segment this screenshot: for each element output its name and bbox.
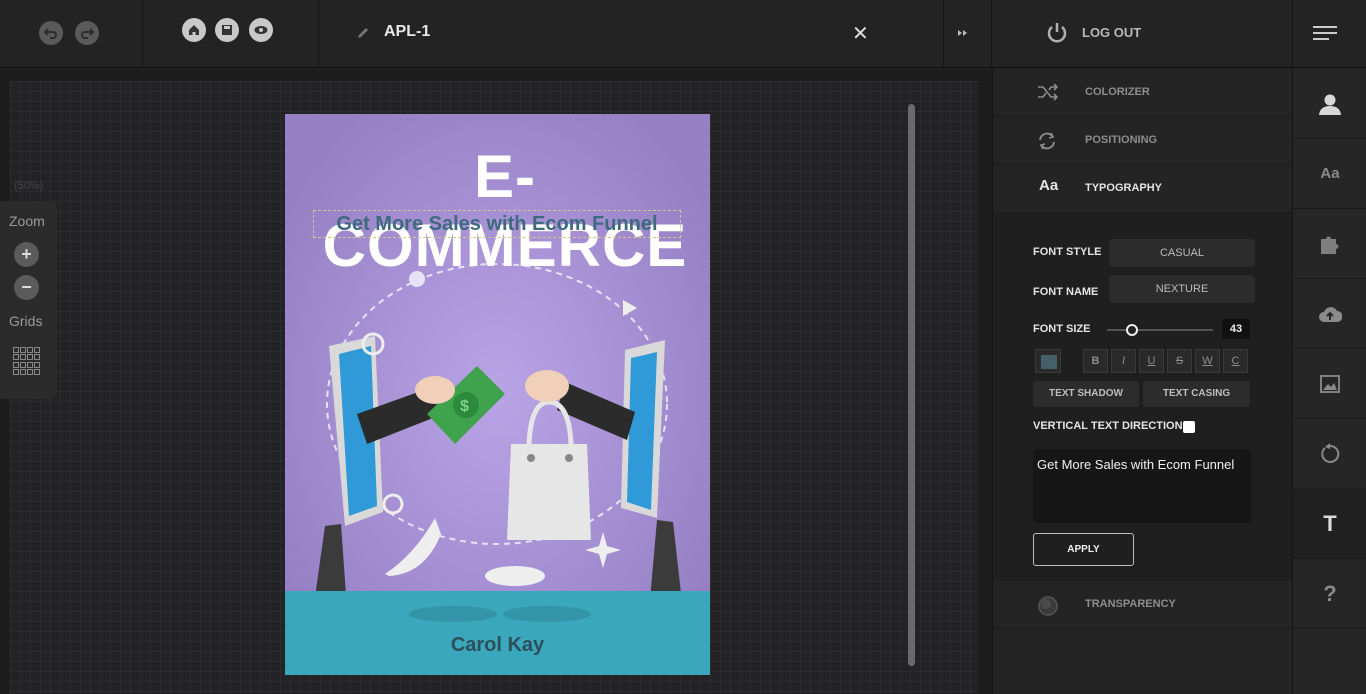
- menu-transparency[interactable]: TRANSPARENCY: [993, 581, 1293, 629]
- typography-icon: Aa: [1039, 177, 1059, 194]
- cloud-upload-icon: [1319, 306, 1342, 322]
- text-icon: T: [1323, 510, 1337, 536]
- sidebar-item-help[interactable]: ?: [1293, 559, 1366, 629]
- menu-colorizer-label: COLORIZER: [1085, 86, 1150, 98]
- tool-sidebar: Aa T ?: [1292, 69, 1366, 694]
- menu-typography-label: TYPOGRAPHY: [1085, 182, 1163, 194]
- caps-button[interactable]: C: [1223, 349, 1248, 373]
- menu-positioning[interactable]: POSITIONING: [993, 117, 1293, 165]
- user-icon: [1319, 94, 1341, 115]
- font-style-select[interactable]: CASUAL: [1109, 239, 1255, 267]
- logout-button[interactable]: LOG OUT: [1082, 25, 1141, 40]
- underline-button[interactable]: U: [1139, 349, 1164, 373]
- text-content-input[interactable]: Get More Sales with Ecom Funnel: [1033, 449, 1251, 523]
- redo-button[interactable]: [75, 21, 99, 45]
- bold-button[interactable]: B: [1083, 349, 1108, 373]
- document-title[interactable]: APL-1: [384, 23, 430, 41]
- sidebar-item-upload[interactable]: [1293, 279, 1366, 349]
- power-icon[interactable]: [1045, 21, 1069, 45]
- save-button[interactable]: [215, 18, 239, 42]
- close-icon[interactable]: ✕: [852, 24, 869, 44]
- menu-positioning-label: POSITIONING: [1085, 134, 1158, 146]
- sidebar-item-elements[interactable]: [1293, 209, 1366, 279]
- rotate-icon: [1321, 442, 1340, 463]
- font-icon: Aa: [1320, 165, 1340, 182]
- image-icon: [1320, 374, 1340, 393]
- vertical-text-label: VERTICAL TEXT DIRECTION: [1033, 420, 1183, 432]
- zoom-in-button[interactable]: +: [14, 242, 39, 267]
- font-name-label: FONT NAME: [1033, 286, 1099, 298]
- eye-icon: [254, 26, 268, 34]
- refresh-icon: [1039, 132, 1055, 150]
- font-size-slider[interactable]: [1107, 324, 1213, 336]
- save-icon: [222, 25, 232, 35]
- top-bar: APL-1 ✕ LOG OUT: [0, 0, 1366, 68]
- history-section: [0, 0, 143, 68]
- strikethrough-button[interactable]: S: [1167, 349, 1192, 373]
- redo-icon: [81, 28, 94, 39]
- sidebar-item-profile[interactable]: [1293, 69, 1366, 139]
- italic-button[interactable]: I: [1111, 349, 1136, 373]
- word-button[interactable]: W: [1195, 349, 1220, 373]
- svg-text:$: $: [460, 398, 469, 415]
- font-size-value[interactable]: 43: [1222, 319, 1250, 339]
- font-name-select[interactable]: NEXTURE: [1109, 275, 1255, 303]
- zoom-percent: (50%): [14, 180, 44, 192]
- sidebar-item-images[interactable]: [1293, 349, 1366, 419]
- grids-label: Grids: [9, 313, 43, 329]
- typography-properties: FONT STYLE CASUAL FONT NAME NEXTURE FONT…: [993, 213, 1293, 581]
- font-size-slider-handle[interactable]: [1125, 324, 1138, 336]
- puzzle-icon: [1321, 236, 1339, 254]
- text-color-swatch: [1041, 355, 1057, 369]
- file-section: [143, 0, 319, 68]
- text-shadow-button[interactable]: TEXT SHADOW: [1033, 381, 1139, 407]
- apply-button[interactable]: APPLY: [1033, 533, 1134, 566]
- fast-forward-icon[interactable]: [957, 28, 969, 38]
- cover-subtitle-selected[interactable]: Get More Sales with Ecom Funnel: [313, 210, 681, 238]
- home-icon: [189, 25, 199, 35]
- grid-toggle-icon[interactable]: [13, 347, 41, 375]
- font-style-label: FONT STYLE: [1033, 246, 1102, 258]
- editor-app: APL-1 ✕ LOG OUT (50%) Zoom + − Grids $ E…: [0, 0, 1366, 694]
- pencil-icon[interactable]: [356, 26, 370, 40]
- text-color-picker[interactable]: [1035, 349, 1061, 373]
- text-casing-button[interactable]: TEXT CASING: [1143, 381, 1250, 407]
- vertical-text-checkbox[interactable]: [1183, 421, 1195, 433]
- transparency-icon: [1038, 596, 1058, 616]
- canvas-scrollbar[interactable]: [908, 104, 915, 666]
- menu-colorizer[interactable]: COLORIZER: [993, 69, 1293, 117]
- help-icon: ?: [1323, 580, 1337, 606]
- sidebar-item-fonts[interactable]: Aa: [1293, 139, 1366, 209]
- zoom-panel: Zoom + − Grids: [0, 201, 57, 399]
- font-size-label: FONT SIZE: [1033, 323, 1091, 335]
- sidebar-item-text[interactable]: T: [1293, 489, 1366, 559]
- book-cover[interactable]: $ E-COMMERCE Get More Sales with Ecom Fu…: [285, 114, 710, 675]
- menu-typography[interactable]: Aa TYPOGRAPHY: [993, 165, 1293, 213]
- zoom-label: Zoom: [9, 213, 45, 229]
- undo-icon: [44, 28, 57, 39]
- sidebar-item-reset[interactable]: [1293, 419, 1366, 489]
- zoom-out-button[interactable]: −: [14, 275, 39, 300]
- properties-panel: COLORIZER POSITIONING Aa TYPOGRAPHY FONT…: [992, 69, 1293, 694]
- hamburger-menu-icon[interactable]: [1313, 25, 1339, 41]
- home-button[interactable]: [182, 18, 206, 42]
- shuffle-icon: [1038, 83, 1059, 101]
- undo-button[interactable]: [39, 21, 63, 45]
- menu-transparency-label: TRANSPARENCY: [1085, 598, 1176, 610]
- cover-author[interactable]: Carol Kay: [285, 634, 710, 657]
- preview-button[interactable]: [249, 18, 273, 42]
